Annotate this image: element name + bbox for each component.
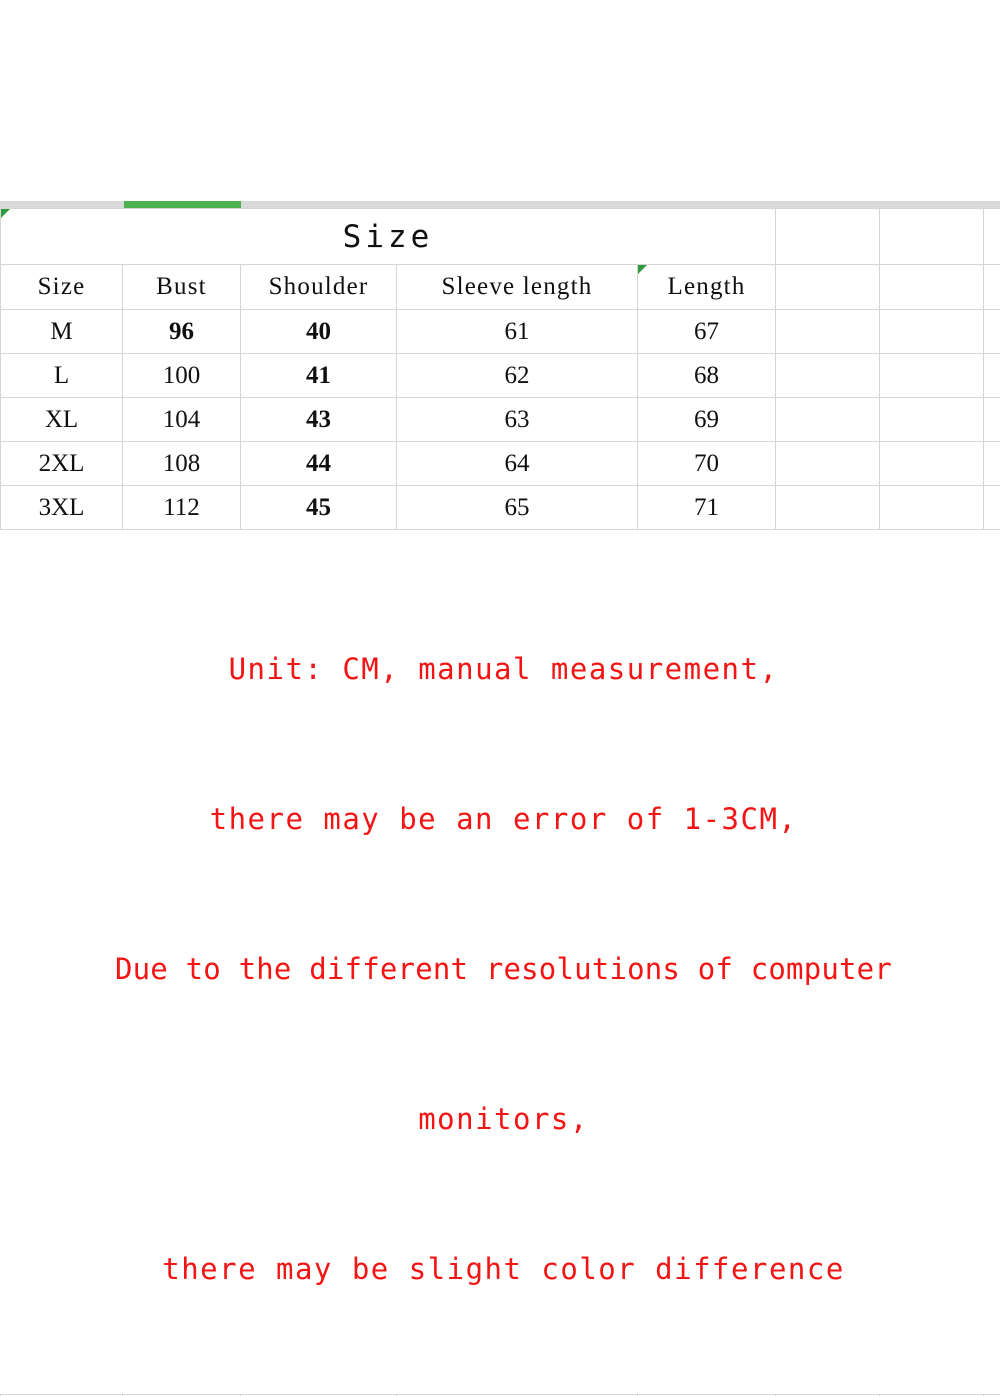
cell-length[interactable]: 69 (638, 398, 776, 442)
empty-cell[interactable] (880, 398, 984, 442)
column-header-shoulder[interactable]: Shoulder (241, 265, 397, 310)
empty-cell[interactable] (880, 486, 984, 530)
note-line-2: there may be an error of 1-3CM, (7, 794, 1000, 844)
table-row: M 96 40 61 67 (1, 310, 1000, 354)
empty-cell[interactable] (984, 310, 1000, 354)
empty-cell[interactable] (776, 442, 880, 486)
cell-size[interactable]: XL (1, 398, 123, 442)
comment-marker-icon (638, 265, 647, 274)
empty-cell[interactable] (880, 265, 984, 310)
cell-size[interactable]: 3XL (1, 486, 123, 530)
table-note-row: Unit: CM, manual measurement, there may … (1, 530, 1000, 1395)
cell-bust[interactable]: 108 (123, 442, 241, 486)
empty-cell[interactable] (776, 486, 880, 530)
cell-bust[interactable]: 112 (123, 486, 241, 530)
column-header-size[interactable]: Size (1, 265, 123, 310)
column-header-length[interactable]: Length (638, 265, 776, 310)
size-table: Size Size Bust Shoulder Sleeve length Le… (0, 208, 1000, 1396)
note-line-3: Due to the different resolutions of comp… (7, 944, 1000, 994)
note-line-4: monitors, (7, 1094, 1000, 1144)
cell-size[interactable]: M (1, 310, 123, 354)
cell-size[interactable]: 2XL (1, 442, 123, 486)
cell-sleeve[interactable]: 64 (397, 442, 638, 486)
cell-length[interactable]: 71 (638, 486, 776, 530)
cell-shoulder[interactable]: 45 (241, 486, 397, 530)
column-header-bust[interactable]: Bust (123, 265, 241, 310)
table-row: L 100 41 62 68 (1, 354, 1000, 398)
table-row: 2XL 108 44 64 70 (1, 442, 1000, 486)
empty-cell[interactable] (776, 354, 880, 398)
cell-length[interactable]: 68 (638, 354, 776, 398)
column-header-selected-bust[interactable] (124, 201, 241, 208)
cell-sleeve[interactable]: 63 (397, 398, 638, 442)
empty-cell[interactable] (880, 310, 984, 354)
empty-cell[interactable] (880, 354, 984, 398)
cell-bust[interactable]: 100 (123, 354, 241, 398)
cell-length[interactable]: 70 (638, 442, 776, 486)
cell-sleeve[interactable]: 65 (397, 486, 638, 530)
cell-size[interactable]: L (1, 354, 123, 398)
empty-cell[interactable] (776, 265, 880, 310)
cell-sleeve[interactable]: 62 (397, 354, 638, 398)
cell-bust[interactable]: 104 (123, 398, 241, 442)
note-line-5: there may be slight color difference (7, 1244, 1000, 1294)
table-header-row: Size Bust Shoulder Sleeve length Length (1, 265, 1000, 310)
cell-bust[interactable]: 96 (123, 310, 241, 354)
table-row: 3XL 112 45 65 71 (1, 486, 1000, 530)
empty-cell[interactable] (984, 354, 1000, 398)
empty-cell[interactable] (776, 310, 880, 354)
empty-cell[interactable] (776, 209, 880, 265)
empty-cell[interactable] (984, 265, 1000, 310)
empty-cell[interactable] (984, 398, 1000, 442)
column-header-sleeve-length[interactable]: Sleeve length (397, 265, 638, 310)
table-title: Size (1, 209, 776, 265)
note-line-1: Unit: CM, manual measurement, (7, 644, 1000, 694)
empty-cell[interactable] (984, 209, 1000, 265)
empty-cell[interactable] (776, 398, 880, 442)
cell-length[interactable]: 67 (638, 310, 776, 354)
empty-cell[interactable] (984, 486, 1000, 530)
measurement-note: Unit: CM, manual measurement, there may … (1, 530, 1000, 1395)
empty-cell[interactable] (880, 442, 984, 486)
cell-sleeve[interactable]: 61 (397, 310, 638, 354)
table-title-row: Size (1, 209, 1000, 265)
cell-shoulder[interactable]: 40 (241, 310, 397, 354)
cell-shoulder[interactable]: 43 (241, 398, 397, 442)
comment-marker-icon (1, 209, 10, 218)
cell-shoulder[interactable]: 41 (241, 354, 397, 398)
column-header-strip[interactable] (0, 201, 1000, 208)
empty-cell[interactable] (880, 209, 984, 265)
table-row: XL 104 43 63 69 (1, 398, 1000, 442)
cell-shoulder[interactable]: 44 (241, 442, 397, 486)
empty-cell[interactable] (984, 442, 1000, 486)
size-chart-sheet: Size Size Bust Shoulder Sleeve length Le… (0, 201, 1000, 795)
measurement-note-text: Unit: CM, manual measurement, there may … (1, 530, 1000, 1394)
